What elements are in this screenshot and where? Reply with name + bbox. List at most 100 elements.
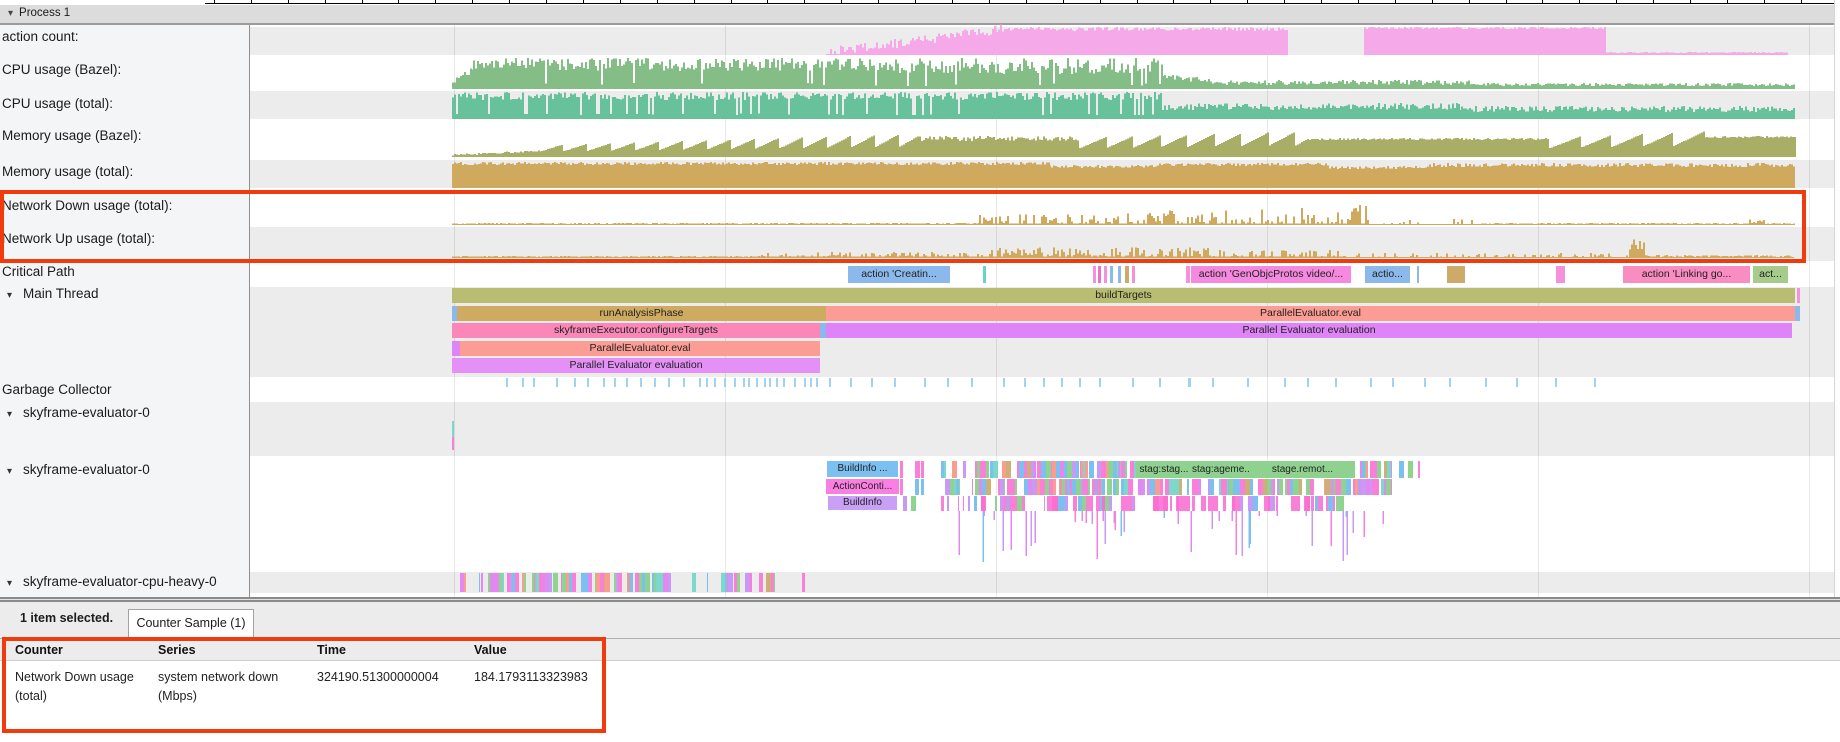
critical-path-block[interactable]: actio... (1365, 266, 1410, 283)
ruler-tick (1173, 0, 1174, 4)
ruler-tick (731, 0, 732, 4)
critical-path-block[interactable]: action 'GenObjcProtos video/... (1191, 266, 1351, 283)
ruler-tick (841, 0, 842, 4)
critical-path-block[interactable] (1556, 266, 1565, 283)
ruler-tick (1100, 0, 1101, 4)
main-thread-span[interactable]: ParallelEvaluator.eval (460, 341, 820, 356)
critical-path-block[interactable] (1110, 266, 1113, 283)
main-thread-span[interactable]: runAnalysisPhase (457, 306, 826, 321)
trace-viewer-window: ▾ Process 1 action count: CPU usage (Bazel… (0, 0, 1840, 742)
ruler-tick (952, 0, 953, 4)
evaluator-stage-span[interactable]: stag:stag... (1136, 461, 1192, 478)
sidebar-item-skyframe-evaluator-0[interactable]: ▾skyframe-evaluator-0 (2, 461, 150, 481)
process-header[interactable]: ▾ Process 1 (0, 4, 1840, 25)
critical-path-block[interactable] (1118, 266, 1121, 283)
main-thread-span[interactable]: buildTargets (452, 288, 1795, 303)
expander-triangle-icon[interactable]: ▾ (7, 406, 23, 424)
track-label: skyframe-evaluator-0 (23, 462, 150, 477)
track-label: Memory usage (total): (2, 164, 133, 179)
ruler-tick (1395, 0, 1396, 4)
sidebar-item-skyframe-evaluator-0[interactable]: ▾skyframe-evaluator-0 (2, 404, 150, 424)
ruler-tick (1690, 0, 1691, 4)
ruler-tick (288, 0, 289, 4)
process-title: Process 1 (19, 7, 70, 19)
critical-path-block[interactable] (1186, 266, 1190, 283)
track-label: Main Thread (23, 286, 99, 301)
track-row-cpu-total (250, 91, 1834, 119)
track-label: Memory usage (Bazel): (2, 128, 142, 143)
ruler-tick (583, 0, 584, 4)
critical-path-block[interactable] (1104, 266, 1107, 283)
critical-path-block[interactable] (983, 266, 986, 283)
main-thread-span[interactable] (452, 341, 460, 356)
ruler-tick (1653, 0, 1654, 4)
main-thread-span[interactable] (1795, 306, 1800, 321)
ruler-tick (878, 0, 879, 4)
track-label: CPU usage (Bazel): (2, 62, 121, 77)
ruler-tick (435, 0, 436, 4)
ruler-tick (472, 0, 473, 4)
ruler-tick (214, 0, 215, 4)
ruler-tick (362, 0, 363, 4)
ruler-tick (1764, 0, 1765, 4)
track-row-cpu-bazel (250, 55, 1834, 91)
track-row-cpu-heavy (250, 572, 1834, 593)
evaluator-span[interactable]: ActionConti... (826, 479, 899, 494)
ruler-tick (1358, 0, 1359, 4)
collapse-triangle-icon[interactable]: ▾ (8, 8, 13, 19)
track-row-mem-bazel (250, 119, 1834, 160)
time-ruler[interactable] (0, 0, 1840, 5)
critical-path-block[interactable] (1098, 266, 1101, 283)
ruler-tick (915, 0, 916, 4)
critical-path-block[interactable]: act... (1753, 266, 1788, 283)
evaluator-span[interactable]: BuildInfo (828, 496, 897, 510)
sidebar-item-memory-usage-bazel: Memory usage (Bazel): (2, 127, 142, 145)
main-thread-span[interactable]: Parallel Evaluator evaluation (452, 358, 820, 373)
critical-path-block[interactable] (1447, 266, 1465, 283)
sidebar-item-memory-usage-total: Memory usage (total): (2, 163, 133, 181)
track-row-action-count (250, 27, 1834, 55)
main-thread-span[interactable]: ParallelEvaluator.eval (826, 306, 1795, 321)
critical-path-block[interactable] (1125, 266, 1129, 283)
ruler-tick (509, 0, 510, 4)
critical-path-block[interactable] (1417, 266, 1419, 283)
tab-counter-sample[interactable]: Counter Sample (1) (128, 609, 254, 638)
ruler-tick (1247, 0, 1248, 4)
ruler-baseline (205, 3, 1834, 4)
critical-path-block[interactable]: action 'Creatin... (848, 266, 950, 283)
main-thread-span[interactable] (1797, 288, 1800, 303)
track-row-critical-path (250, 261, 1834, 287)
expander-triangle-icon[interactable]: ▾ (7, 575, 23, 593)
ruler-tick (1321, 0, 1322, 4)
ruler-tick (694, 0, 695, 4)
track-label: action count: (2, 29, 79, 44)
highlight-box-network-tracks (0, 190, 1806, 263)
track-label: Garbage Collector (2, 382, 112, 397)
ruler-tick (657, 0, 658, 4)
critical-path-block[interactable]: action 'Linking go... (1623, 266, 1750, 283)
sidebar-item-main-thread[interactable]: ▾Main Thread (2, 285, 99, 305)
evaluator-span[interactable]: BuildInfo ... (827, 461, 898, 477)
ruler-tick (546, 0, 547, 4)
sidebar-item-critical-path: Critical Path (2, 263, 75, 281)
track-label: Critical Path (2, 264, 75, 279)
expander-triangle-icon[interactable]: ▾ (7, 287, 23, 305)
expander-triangle-icon[interactable]: ▾ (7, 463, 23, 481)
ruler-tick (620, 0, 621, 4)
critical-path-block[interactable] (1132, 266, 1135, 283)
evaluator-stage-span[interactable]: stag:ageme... (1192, 461, 1250, 478)
ruler-tick (1284, 0, 1285, 4)
critical-path-block[interactable] (1093, 266, 1096, 283)
ruler-tick (1469, 0, 1470, 4)
sidebar-item-garbage-collector: Garbage Collector (2, 381, 112, 399)
sidebar-item-skyframe-evaluator-cpu-heavy-0[interactable]: ▾skyframe-evaluator-cpu-heavy-0 (2, 573, 217, 593)
main-thread-span[interactable]: Parallel Evaluator evaluation (826, 323, 1792, 338)
evaluator-stage-span[interactable]: stage.remot... (1250, 461, 1355, 478)
ruler-tick (1432, 0, 1433, 4)
ruler-tick (804, 0, 805, 4)
ruler-tick (1026, 0, 1027, 4)
track-row-mem-total (250, 160, 1834, 188)
main-thread-span[interactable]: skyframeExecutor.configureTargets (452, 323, 820, 338)
scrollbar-track[interactable] (1834, 0, 1840, 597)
ruler-tick (1616, 0, 1617, 4)
